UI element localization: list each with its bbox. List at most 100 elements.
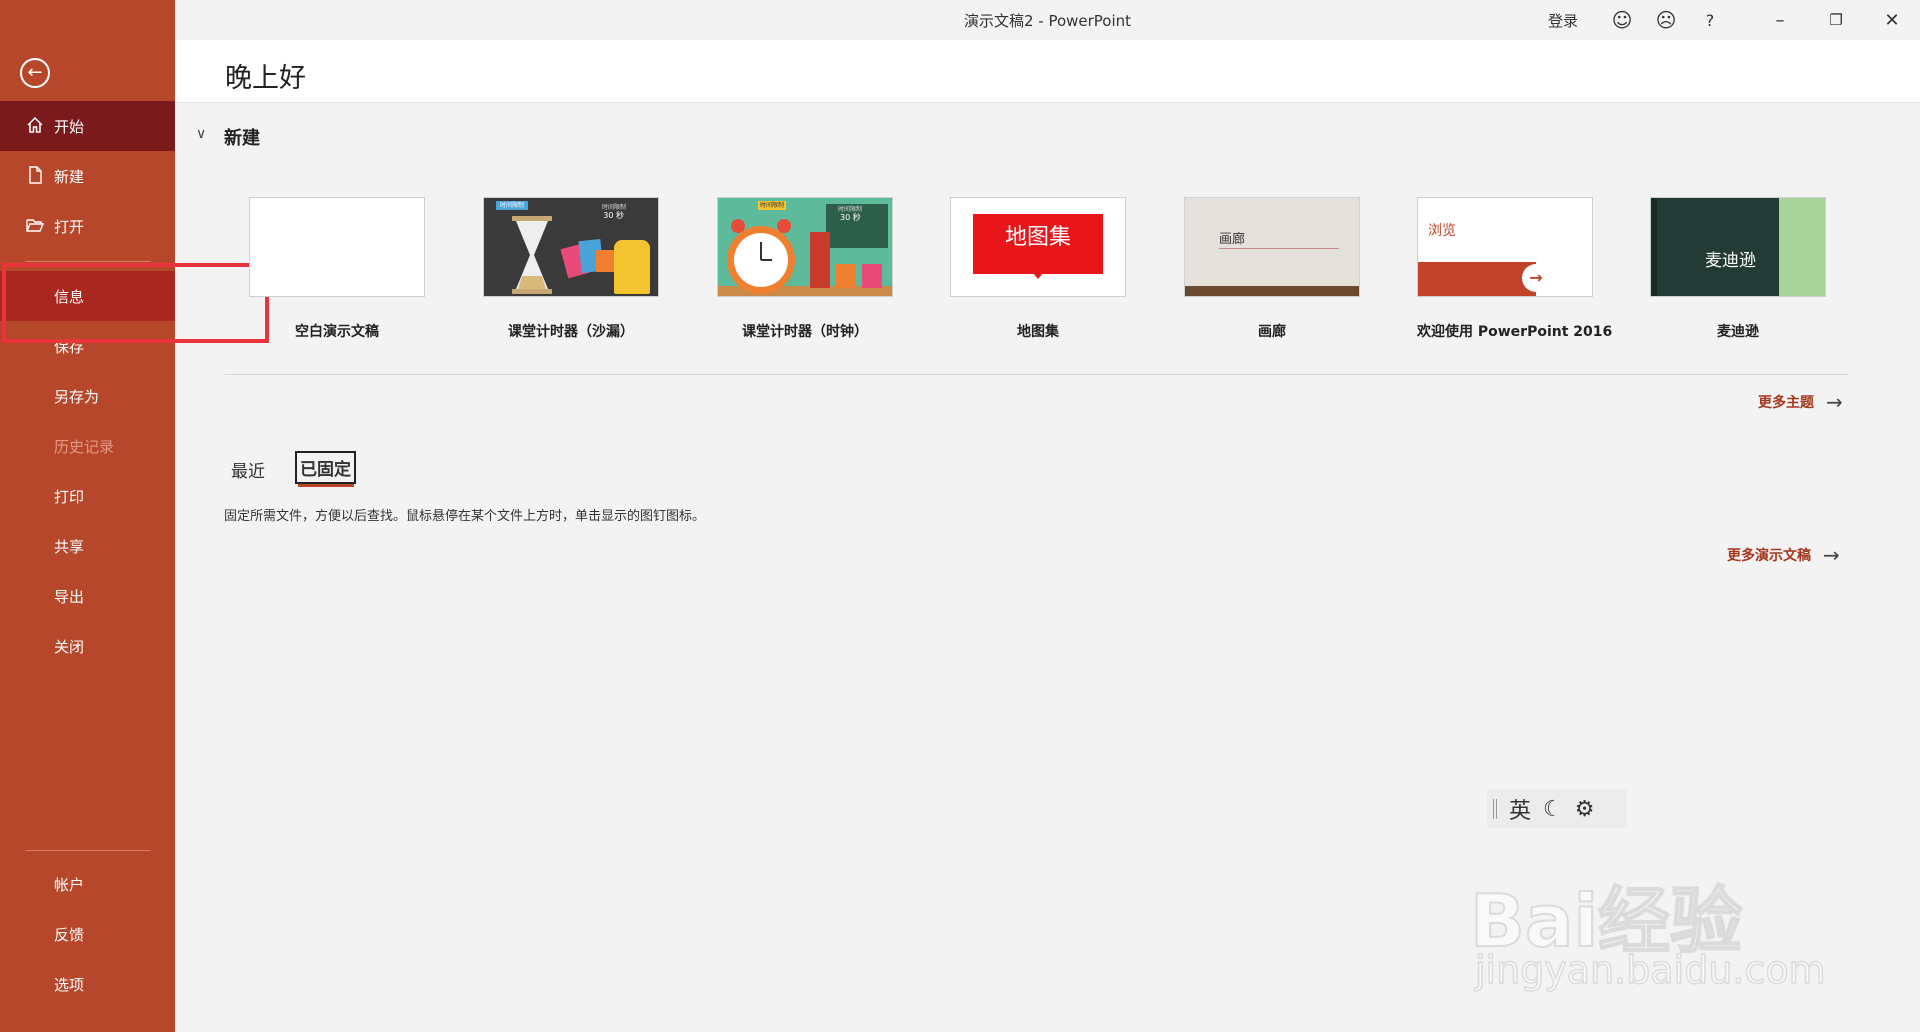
- thumb-green-panel: [1779, 198, 1825, 296]
- sidebar-item-label: 关闭: [54, 637, 85, 656]
- sidebar-divider: [25, 261, 151, 262]
- minimize-icon[interactable]: –: [1752, 0, 1808, 40]
- sidebar-item-label: 反馈: [54, 925, 85, 944]
- template-label: 地图集: [1017, 324, 1059, 340]
- greeting-title: 晚上好: [225, 63, 306, 94]
- template-timer-hourglass[interactable]: 时间限制 时间限制 30 秒 课堂计时器（沙漏）: [483, 197, 659, 341]
- sidebar-item-save-as[interactable]: 另存为: [0, 371, 175, 421]
- gear-icon[interactable]: ⚙: [1575, 797, 1595, 822]
- sidebar-item-print[interactable]: 打印: [0, 471, 175, 521]
- sidebar-item-account[interactable]: 帐户: [0, 859, 175, 909]
- chevron-down-icon[interactable]: ∨: [196, 126, 206, 142]
- thumb-seconds: 30 秒: [840, 213, 861, 222]
- sidebar-divider: [25, 850, 151, 851]
- template-label: 麦迪逊: [1717, 324, 1759, 340]
- thumb-pointer: [1033, 273, 1043, 279]
- template-timer-clock[interactable]: 时间限制 时间限制 30 秒 课堂计时器（时钟）: [717, 197, 893, 341]
- teacher-shape: [810, 232, 830, 288]
- drag-handle-icon[interactable]: [1493, 799, 1497, 819]
- sidebar-item-label: 帐户: [54, 875, 85, 894]
- template-label: 空白演示文稿: [295, 324, 379, 340]
- sidebar-item-export[interactable]: 导出: [0, 571, 175, 621]
- help-icon[interactable]: ?: [1688, 0, 1732, 40]
- moon-icon[interactable]: ☾: [1543, 797, 1563, 822]
- template-thumbnail[interactable]: 画廊: [1184, 197, 1360, 297]
- template-thumbnail[interactable]: [249, 197, 425, 297]
- more-themes-label: 更多主题: [1758, 395, 1814, 411]
- sidebar-item-label: 打印: [54, 487, 85, 506]
- student-shape: [862, 264, 882, 288]
- hourglass-icon: [512, 216, 552, 294]
- arrow-right-icon: →: [1823, 543, 1840, 567]
- restore-icon[interactable]: ❐: [1808, 0, 1864, 40]
- sidebar-item-history: 历史记录: [0, 421, 175, 471]
- arrow-right-icon: →: [1522, 264, 1550, 292]
- sidebar-item-share[interactable]: 共享: [0, 521, 175, 571]
- thumb-title: 地图集: [973, 214, 1103, 274]
- sidebar-item-label: 选项: [54, 975, 85, 994]
- login-link[interactable]: 登录: [1548, 10, 1578, 31]
- sidebar-item-open[interactable]: 打开: [0, 201, 175, 251]
- thumb-title: 浏览: [1428, 223, 1456, 239]
- new-section-title: 新建: [224, 128, 260, 149]
- thumb-title: 麦迪逊: [1705, 251, 1756, 271]
- template-label: 课堂计时器（时钟）: [742, 324, 868, 340]
- template-thumbnail[interactable]: 麦迪逊: [1650, 197, 1826, 297]
- sidebar-item-label: 共享: [54, 537, 85, 556]
- more-presentations-link[interactable]: 更多演示文稿 →: [1727, 543, 1840, 567]
- thumb-badge: 时间限制: [496, 201, 528, 210]
- title-bar: 演示文稿2 - PowerPoint 登录 ☺ ☹ ? – ❐ ✕: [175, 0, 1920, 40]
- page-header: 晚上好: [175, 40, 1920, 103]
- calculator-shape: [596, 250, 614, 272]
- alarm-clock-icon: [727, 219, 795, 294]
- sidebar-item-label: 导出: [54, 587, 85, 606]
- sidebar-item-label: 开始: [54, 117, 85, 136]
- frown-feedback-icon[interactable]: ☹: [1644, 0, 1688, 40]
- back-arrow-icon[interactable]: ←: [20, 58, 50, 88]
- more-presentations-label: 更多演示文稿: [1727, 548, 1811, 564]
- template-thumbnail[interactable]: 时间限制 时间限制 30 秒: [717, 197, 893, 297]
- tab-underline: [298, 484, 354, 487]
- sidebar-item-new[interactable]: 新建: [0, 151, 175, 201]
- template-madison[interactable]: 麦迪逊 麦迪逊: [1650, 197, 1826, 341]
- sidebar-item-close[interactable]: 关闭: [0, 621, 175, 671]
- template-thumbnail[interactable]: 浏览 →: [1417, 197, 1593, 297]
- backpack-shape: [614, 240, 650, 294]
- thumb-strip: [1651, 198, 1657, 296]
- sidebar-item-feedback[interactable]: 反馈: [0, 909, 175, 959]
- sidebar-item-home[interactable]: 开始: [0, 101, 175, 151]
- tab-recent[interactable]: 最近: [231, 457, 265, 482]
- close-icon[interactable]: ✕: [1864, 0, 1920, 40]
- new-document-icon: [29, 166, 42, 184]
- template-label: 画廊: [1258, 324, 1286, 340]
- sidebar-item-label: 打开: [54, 217, 85, 236]
- smiley-feedback-icon[interactable]: ☺: [1600, 0, 1644, 40]
- template-blank[interactable]: 空白演示文稿: [249, 197, 425, 341]
- sidebar-item-label: 历史记录: [54, 437, 115, 456]
- template-welcome[interactable]: 浏览 → 欢迎使用 PowerPoint 2016: [1417, 197, 1612, 341]
- sidebar-item-label: 保存: [54, 338, 85, 356]
- template-thumbnail[interactable]: 时间限制 时间限制 30 秒: [483, 197, 659, 297]
- section-separator: [225, 374, 1848, 375]
- thumb-title: 画廊: [1219, 232, 1246, 247]
- thumb-floor: [1185, 286, 1359, 296]
- sidebar-item-save[interactable]: 保存: [0, 322, 175, 364]
- template-atlas[interactable]: 地图集 地图集: [950, 197, 1126, 341]
- student-shape: [836, 264, 856, 288]
- thumb-seconds: 30 秒: [603, 211, 624, 220]
- template-gallery[interactable]: 画廊 画廊: [1184, 197, 1360, 341]
- backstage-sidebar: ← 开始 新建 打开 信息 保存 另存为 历史记录 打印 共享 导出 关闭 帐户…: [0, 0, 175, 1032]
- more-themes-link[interactable]: 更多主题 →: [1758, 390, 1843, 414]
- sidebar-item-label: 另存为: [54, 387, 100, 406]
- pinned-hint-text: 固定所需文件，方便以后查找。鼠标悬停在某个文件上方时，单击显示的图钉图标。: [224, 509, 706, 524]
- template-thumbnail[interactable]: 地图集: [950, 197, 1126, 297]
- thumb-badge: 时间限制: [758, 201, 786, 210]
- arrow-right-icon: →: [1826, 390, 1843, 414]
- sidebar-item-options[interactable]: 选项: [0, 959, 175, 1009]
- sidebar-item-info[interactable]: 信息: [0, 271, 175, 321]
- watermark-url: jingyan.baidu.com: [1474, 947, 1826, 993]
- sidebar-item-label: 新建: [54, 167, 85, 186]
- thumb-band: [1418, 262, 1536, 296]
- tab-pinned[interactable]: 已固定: [295, 451, 356, 484]
- template-label: 课堂计时器（沙漏）: [508, 324, 634, 340]
